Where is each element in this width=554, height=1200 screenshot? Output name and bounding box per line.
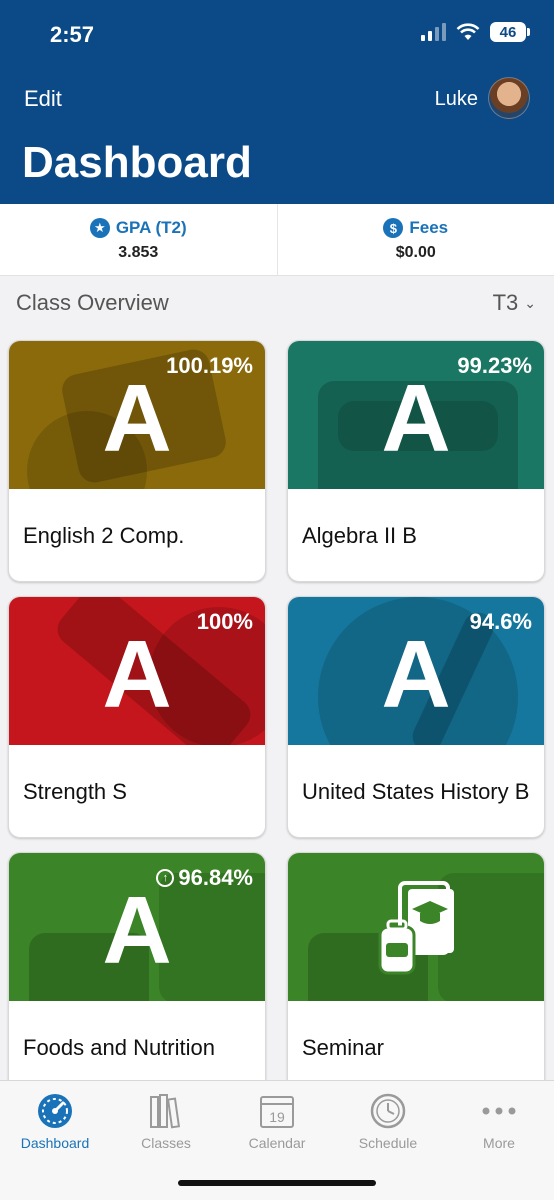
ellipsis-icon [482,1107,516,1115]
class-card[interactable]: 99.23% A Algebra II B [287,340,545,582]
tab-calendar[interactable]: 19 Calendar [222,1091,332,1151]
card-banner: 94.6% A [288,597,544,745]
letter-grade: A [102,877,172,984]
summary-bar: ★ GPA (T2) 3.853 $ Fees $0.00 [0,204,554,276]
tab-label: Dashboard [20,1135,90,1151]
class-card[interactable]: 100.19% A English 2 Comp. [8,340,266,582]
class-card[interactable]: Seminar [287,852,545,1094]
calendar-day: 19 [269,1109,285,1125]
dollar-icon: $ [383,218,404,238]
card-banner: 99.23% A [288,341,544,489]
class-card[interactable]: ↑ 96.84% A Foods and Nutrition [8,852,266,1094]
graduation-backpack-icon [378,881,454,975]
letter-grade: A [102,621,172,728]
term-value: T3 [492,290,519,315]
cellular-signal-icon [421,23,446,41]
card-banner [288,853,544,1001]
tab-label: Schedule [358,1135,418,1151]
tab-classes[interactable]: Classes [111,1091,221,1151]
tab-more[interactable]: More [444,1091,554,1151]
card-banner: 100.19% A [9,341,265,489]
tab-dashboard[interactable]: Dashboard [0,1091,110,1151]
calendar-icon: 19 [260,1096,294,1128]
class-name: United States History B [302,779,530,805]
user-name[interactable]: Luke [435,88,478,111]
fees-value: $0.00 [395,244,436,261]
tab-label: Classes [141,1135,191,1151]
star-icon: ★ [89,218,110,238]
class-card[interactable]: 100% A Strength S [8,596,266,838]
app-header: 2:57 46 Edit Luke Dashboard [0,0,554,204]
home-indicator [178,1180,376,1186]
term-selector[interactable]: T3 ⌄ [493,290,536,316]
gpa-label: GPA (T2) [115,218,187,237]
fees-summary[interactable]: $ Fees $0.00 [276,204,554,275]
tab-label: Calendar [248,1135,306,1151]
class-name: Algebra II B [302,523,417,549]
letter-grade: A [102,365,172,472]
card-banner: ↑ 96.84% A [9,853,265,1001]
class-card[interactable]: 94.6% A United States History B [287,596,545,838]
card-banner: 100% A [9,597,265,745]
gpa-summary[interactable]: ★ GPA (T2) 3.853 [0,204,277,275]
status-time: 2:57 [50,22,95,47]
class-name: Strength S [23,779,127,805]
chevron-down-icon: ⌄ [524,294,536,311]
edit-button[interactable]: Edit [24,86,62,112]
wifi-icon [456,23,480,40]
avatar[interactable] [488,77,530,119]
books-icon [150,1094,181,1129]
battery-icon: 46 [490,22,530,42]
class-name: English 2 Comp. [23,523,185,549]
fees-label: Fees [409,218,449,237]
section-title: Class Overview [16,290,169,315]
clock-icon [370,1093,406,1129]
status-icons: 46 [421,22,530,42]
tab-schedule[interactable]: Schedule [333,1091,443,1151]
letter-grade: A [381,621,451,728]
tab-label: More [483,1135,515,1151]
letter-grade: A [381,365,451,472]
speedometer-icon [38,1094,72,1128]
page-title: Dashboard [22,138,252,187]
gpa-value: 3.853 [118,244,159,261]
